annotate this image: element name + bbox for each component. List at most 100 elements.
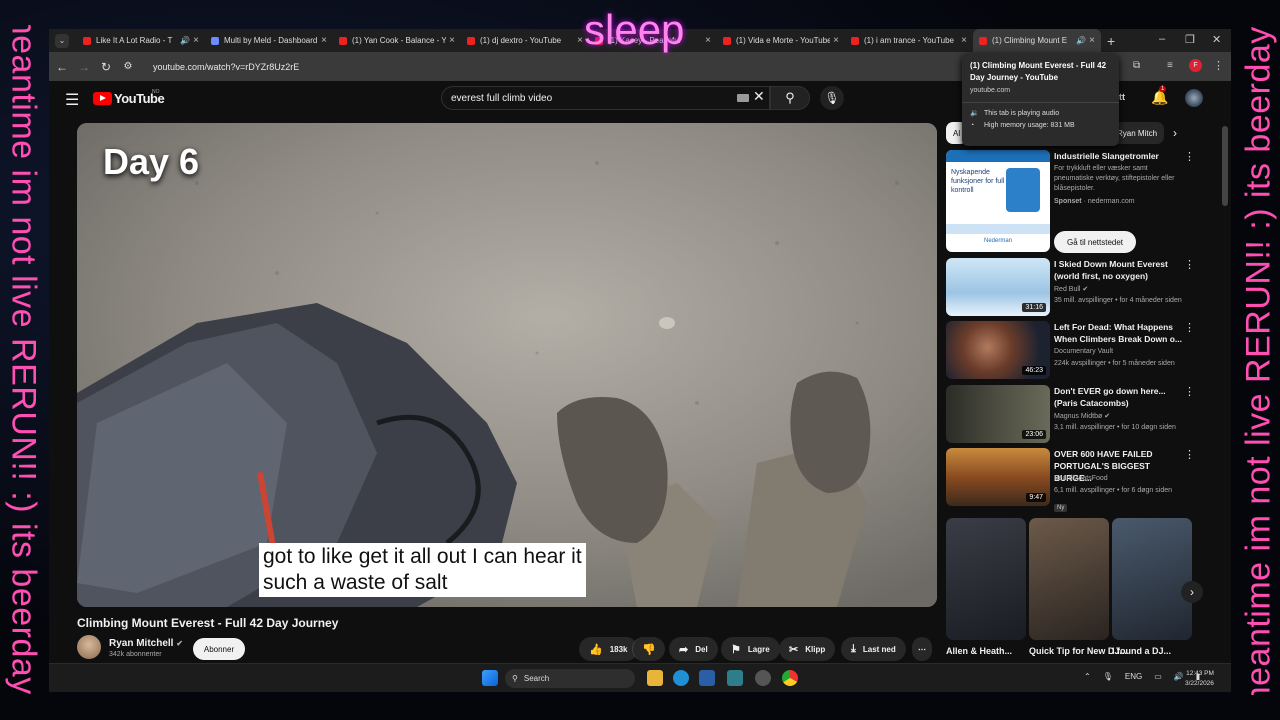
browser-menu-icon[interactable]: ⋮: [1213, 59, 1224, 72]
close-tab-icon[interactable]: ×: [193, 35, 199, 46]
stream-canvas: meantime im not live RERUN!! :) its beer…: [0, 0, 1280, 720]
browser-tab[interactable]: Multi by Meld - Dashboard ×: [205, 29, 333, 52]
channel-name[interactable]: Ryan Mitchell ✔: [109, 638, 183, 649]
scrollbar[interactable]: [1222, 126, 1228, 206]
reading-list-icon[interactable]: ≡: [1167, 60, 1173, 71]
close-tab-icon[interactable]: ×: [577, 35, 583, 46]
search-input[interactable]: everest full climb video: [441, 86, 770, 110]
language-indicator[interactable]: ENG: [1125, 672, 1142, 681]
chevron-up-icon[interactable]: ⌃: [1084, 672, 1091, 681]
memory-icon: ◔: [970, 122, 975, 129]
minimize-icon[interactable]: –: [1159, 33, 1165, 45]
recommendation-title[interactable]: I Skied Down Mount Everest (world first,…: [1054, 258, 1184, 282]
video-thumbnail[interactable]: 46:23: [946, 321, 1050, 379]
browser-tab[interactable]: (1) Vida e Morte - YouTube ×: [717, 29, 845, 52]
recommendation-item[interactable]: 23:06 Don't EVER go down here... (Paris …: [946, 385, 1216, 443]
keyboard-icon[interactable]: [737, 94, 749, 102]
close-tab-icon[interactable]: ×: [449, 35, 455, 46]
new-tab-button[interactable]: +: [1107, 33, 1115, 49]
recommendation-channel[interactable]: Magnus Midtbø ✔: [1054, 412, 1110, 420]
download-button[interactable]: ⤓ Last ned: [841, 637, 906, 661]
dislike-button[interactable]: 👎: [632, 637, 665, 661]
recommendation-title[interactable]: Left For Dead: What Happens When Climber…: [1054, 321, 1184, 345]
app-icon[interactable]: [755, 670, 771, 686]
short-thumbnail[interactable]: [1112, 518, 1192, 640]
more-options-icon[interactable]: ⋮: [1184, 258, 1195, 271]
recommendation-channel[interactable]: BeardMeatsFood: [1054, 475, 1108, 482]
app-icon[interactable]: [727, 670, 743, 686]
browser-tab[interactable]: Like It A Lot Radio - T 🔊 ×: [77, 29, 205, 52]
forward-icon[interactable]: →: [73, 60, 95, 74]
video-player[interactable]: Day 6 got to like get it all out I can h…: [77, 123, 937, 607]
save-button[interactable]: ⚑ Lagre: [721, 637, 780, 661]
url-field[interactable]: youtube.com/watch?v=rDYZr8Uz2rE: [153, 62, 299, 72]
taskbar-clock[interactable]: 12:43 PM 3/22/2026: [1185, 669, 1214, 689]
short-thumbnail[interactable]: [1029, 518, 1109, 640]
taskbar-search[interactable]: ⚲ Search: [505, 669, 635, 688]
share-button[interactable]: ➦ Del: [669, 637, 718, 661]
ad-card[interactable]: Nyskapende funksjoner for full kontroll …: [946, 150, 1216, 254]
search-button[interactable]: ⚲: [770, 86, 810, 110]
browser-tab[interactable]: (1) dj dextro - YouTube ×: [461, 29, 589, 52]
edge-icon[interactable]: [673, 670, 689, 686]
youtube-logo-icon[interactable]: [93, 92, 112, 105]
right-overlay-text: meantime im not live RERUN!! :) its beer…: [1239, 25, 1278, 695]
recommendation-item[interactable]: 31:16 I Skied Down Mount Everest (world …: [946, 258, 1216, 316]
audio-icon[interactable]: 🔊: [1076, 36, 1086, 45]
more-options-icon[interactable]: ⋮: [1184, 321, 1195, 334]
ad-title[interactable]: Industrielle Slangetromler: [1054, 150, 1184, 162]
recommendation-title[interactable]: Don't EVER go down here... (Paris Cataco…: [1054, 385, 1184, 409]
back-icon[interactable]: ←: [51, 60, 73, 74]
account-avatar[interactable]: [1185, 89, 1203, 107]
start-icon[interactable]: [482, 670, 498, 686]
browser-tab[interactable]: (1) i am trance - YouTube ×: [845, 29, 973, 52]
ad-thumbnail[interactable]: Nyskapende funksjoner for full kontroll …: [946, 150, 1050, 252]
subscribe-button[interactable]: Abonner: [193, 638, 245, 660]
recommendation-channel[interactable]: Red Bull ✔: [1054, 285, 1088, 293]
recommendation-item[interactable]: 46:23 Left For Dead: What Happens When C…: [946, 321, 1216, 379]
browser-tab-active[interactable]: (1) Climbing Mount E 🔊 ×: [973, 29, 1101, 52]
more-options-icon[interactable]: ⋮: [1184, 385, 1195, 398]
more-options-icon[interactable]: ⋮: [1184, 150, 1195, 163]
tab-search-menu[interactable]: ⌄: [55, 33, 69, 48]
profile-avatar-icon[interactable]: F: [1189, 59, 1202, 72]
more-actions-button[interactable]: ⋯: [912, 637, 932, 661]
video-thumbnail[interactable]: 31:16: [946, 258, 1050, 316]
channel-avatar[interactable]: [77, 635, 101, 659]
voice-search-button[interactable]: 🎙: [820, 86, 844, 110]
microphone-icon[interactable]: 🎙: [1103, 672, 1113, 681]
browser-tab[interactable]: (1) Yan Cook - Balance - Y ×: [333, 29, 461, 52]
close-tab-icon[interactable]: ×: [321, 35, 327, 46]
reload-icon[interactable]: ↻: [95, 60, 117, 74]
short-title[interactable]: Allen & Heath...: [946, 646, 1012, 656]
shorts-next-button[interactable]: ›: [1181, 581, 1203, 603]
app-icon[interactable]: [699, 670, 715, 686]
close-tab-icon[interactable]: ×: [961, 35, 967, 46]
site-info-icon[interactable]: ⚙: [117, 61, 139, 72]
maximize-icon[interactable]: ❐: [1185, 33, 1195, 46]
ad-cta-button[interactable]: Gå til nettstedet: [1054, 231, 1136, 253]
file-explorer-icon[interactable]: [647, 670, 663, 686]
thumbs-down-icon: 👎: [642, 643, 656, 656]
video-thumbnail[interactable]: 9:47: [946, 448, 1050, 506]
like-button[interactable]: 👍 183k: [579, 637, 638, 661]
clip-button[interactable]: ✂ Klipp: [779, 637, 836, 661]
short-title[interactable]: I found a DJ...: [1112, 646, 1171, 656]
close-window-icon[interactable]: ✕: [1212, 33, 1221, 46]
recommendation-channel[interactable]: Documentary Vault: [1054, 348, 1113, 355]
video-thumbnail[interactable]: 23:06: [946, 385, 1050, 443]
short-thumbnail[interactable]: [946, 518, 1026, 640]
close-tab-icon[interactable]: ×: [705, 35, 711, 46]
ad-brand: Nederman: [983, 238, 1012, 244]
close-tab-icon[interactable]: ×: [1089, 35, 1095, 46]
recommendation-item[interactable]: 9:47 OVER 600 HAVE FAILED PORTUGAL'S BIG…: [946, 448, 1216, 512]
more-options-icon[interactable]: ⋮: [1184, 448, 1195, 461]
chevron-right-icon[interactable]: ›: [1173, 126, 1177, 140]
network-icon[interactable]: ▭: [1154, 672, 1162, 681]
volume-icon[interactable]: 🔊: [1174, 672, 1184, 681]
clear-search-icon[interactable]: ✕: [753, 88, 765, 105]
chrome-icon[interactable]: [782, 670, 798, 686]
hamburger-menu-icon[interactable]: ☰: [65, 90, 79, 110]
extensions-icon[interactable]: ⧉: [1133, 60, 1140, 71]
close-tab-icon[interactable]: ×: [833, 35, 839, 46]
